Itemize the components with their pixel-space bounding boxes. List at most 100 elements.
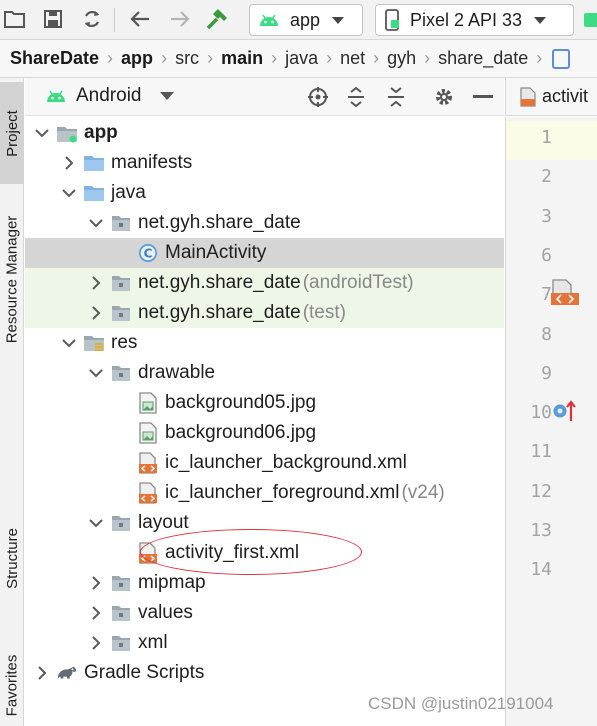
chevron-right-icon[interactable] bbox=[88, 305, 104, 321]
app-module-icon bbox=[56, 123, 78, 143]
tree-row[interactable]: java bbox=[25, 178, 504, 208]
locate-file-icon[interactable] bbox=[306, 85, 330, 109]
tree-item-label: layout bbox=[138, 512, 189, 533]
tree-row[interactable]: ic_launcher_background.xml bbox=[25, 448, 504, 478]
chevron-right-icon[interactable] bbox=[88, 275, 104, 291]
chevron-down-icon[interactable] bbox=[88, 365, 104, 381]
editor-gutter: 1 2 3 6 7 8 9 10 11 12 13 14 bbox=[505, 117, 597, 726]
collapse-all-icon[interactable] bbox=[384, 85, 408, 109]
chevron-down-icon[interactable] bbox=[88, 215, 104, 231]
run-app-icon[interactable] bbox=[578, 6, 597, 32]
editor-tab-activity-first[interactable]: activit bbox=[542, 86, 588, 107]
gradle-icon bbox=[56, 663, 78, 683]
chevron-right-icon[interactable] bbox=[88, 605, 104, 621]
main-toolbar: app Pixel 2 API 33 bbox=[0, 0, 597, 40]
line-number: 14 bbox=[530, 559, 552, 581]
tree-row[interactable]: ic_launcher_foreground.xml (v24) bbox=[25, 478, 504, 508]
project-tree: app manifests java net.gyh.share_date C MainA… bbox=[25, 118, 504, 726]
breadcrumb-item[interactable]: java bbox=[285, 48, 318, 69]
tree-row[interactable]: background05.jpg bbox=[25, 388, 504, 418]
breadcrumb-item[interactable]: gyh bbox=[387, 48, 416, 69]
tree-item-label: net.gyh.share_date bbox=[138, 302, 301, 323]
save-all-icon[interactable] bbox=[40, 6, 66, 32]
open-folder-icon[interactable] bbox=[2, 6, 28, 32]
breadcrumb-item[interactable]: net bbox=[340, 48, 365, 69]
build-hammer-icon[interactable] bbox=[204, 6, 230, 32]
tree-row[interactable]: C MainActivity bbox=[25, 238, 504, 268]
back-arrow-icon[interactable] bbox=[127, 6, 153, 32]
resource-manager-tool-tab[interactable]: Resource Manager bbox=[0, 188, 24, 370]
tree-row[interactable]: values bbox=[25, 598, 504, 628]
layout-preview-icon[interactable] bbox=[550, 279, 580, 312]
project-tab-label: Project bbox=[3, 109, 21, 157]
line-number: 7 bbox=[541, 284, 552, 306]
breadcrumb-item[interactable]: src bbox=[175, 48, 199, 69]
chevron-down-icon bbox=[159, 92, 174, 100]
chevron-down-icon[interactable] bbox=[61, 335, 77, 351]
tree-item-label: drawable bbox=[138, 362, 216, 383]
tree-row[interactable]: net.gyh.share_date (test) bbox=[25, 298, 504, 328]
tree-item-label: values bbox=[138, 602, 193, 623]
structure-tool-tab[interactable]: Structure bbox=[0, 518, 24, 598]
line-number: 11 bbox=[530, 441, 552, 463]
sync-icon[interactable] bbox=[79, 6, 105, 32]
chevron-down-icon[interactable] bbox=[34, 125, 50, 141]
line-number: 10 bbox=[530, 402, 552, 424]
hide-panel-icon[interactable] bbox=[471, 85, 495, 109]
tree-row[interactable]: manifests bbox=[25, 148, 504, 178]
tree-row[interactable]: xml bbox=[25, 628, 504, 658]
chevron-down-icon[interactable] bbox=[61, 185, 77, 201]
line-number: 13 bbox=[530, 520, 552, 541]
expand-all-icon[interactable] bbox=[344, 85, 368, 109]
tree-item-suffix: (v24) bbox=[401, 482, 445, 503]
tree-row[interactable]: mipmap bbox=[25, 568, 504, 598]
tree-item-label: mipmap bbox=[138, 572, 206, 593]
tree-row[interactable]: layout bbox=[25, 508, 504, 538]
tree-item-suffix: (test) bbox=[302, 302, 346, 323]
chevron-right-icon[interactable] bbox=[88, 575, 104, 591]
chevron-right-icon[interactable] bbox=[88, 635, 104, 651]
gear-icon[interactable] bbox=[432, 85, 456, 109]
tree-row[interactable]: activity_first.xml bbox=[25, 538, 504, 568]
tree-row[interactable]: net.gyh.share_date (androidTest) bbox=[25, 268, 504, 298]
package-icon bbox=[110, 273, 132, 293]
tree-row[interactable]: drawable bbox=[25, 358, 504, 388]
tree-item-label: activity_first.xml bbox=[165, 542, 300, 563]
project-panel-header: Android bbox=[25, 78, 504, 116]
package-icon bbox=[110, 573, 132, 593]
tree-item-label: res bbox=[111, 332, 138, 353]
breadcrumb-item[interactable]: share_date bbox=[438, 48, 528, 69]
package-icon bbox=[110, 303, 132, 323]
folder-icon bbox=[83, 153, 105, 173]
tree-row[interactable]: res bbox=[25, 328, 504, 358]
project-tool-tab[interactable]: Project bbox=[0, 82, 24, 184]
phone-icon bbox=[385, 9, 399, 31]
res-folder-icon bbox=[83, 333, 105, 353]
device-select[interactable]: Pixel 2 API 33 bbox=[375, 4, 574, 36]
android-icon bbox=[47, 90, 65, 102]
favorites-tool-tab[interactable]: Favorites bbox=[0, 644, 24, 726]
run-config-select[interactable]: app bbox=[249, 4, 363, 36]
tree-row[interactable]: background06.jpg bbox=[25, 418, 504, 448]
class-file-icon[interactable] bbox=[552, 48, 571, 69]
line-number: 2 bbox=[541, 166, 552, 188]
chevron-down-icon[interactable] bbox=[88, 515, 104, 531]
tree-row[interactable]: Gradle Scripts bbox=[25, 658, 504, 688]
chevron-right-icon[interactable] bbox=[61, 155, 77, 171]
breadcrumb-item[interactable]: app bbox=[121, 48, 153, 69]
override-method-icon[interactable] bbox=[552, 397, 578, 428]
breadcrumb-item[interactable]: main bbox=[221, 48, 263, 69]
project-view-label: Android bbox=[76, 85, 142, 106]
tree-row[interactable]: app bbox=[25, 118, 504, 148]
forward-arrow-icon[interactable] bbox=[167, 6, 193, 32]
chevron-down-icon bbox=[534, 16, 547, 24]
breadcrumb-item[interactable]: ShareDate bbox=[10, 48, 99, 69]
tree-item-label: background06.jpg bbox=[165, 422, 317, 443]
tree-row[interactable]: net.gyh.share_date bbox=[25, 208, 504, 238]
chevron-right-icon[interactable] bbox=[34, 665, 50, 681]
project-view-select[interactable]: Android bbox=[45, 85, 174, 107]
chevron-down-icon bbox=[332, 16, 345, 24]
